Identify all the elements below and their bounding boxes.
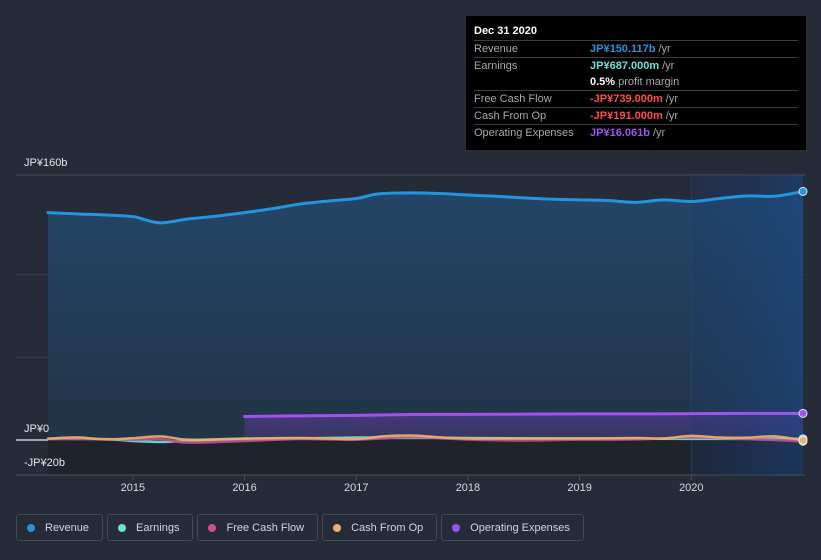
- tooltip-unit: /yr: [658, 43, 671, 55]
- tooltip-unit: profit margin: [618, 76, 680, 88]
- x-tick-label: 2017: [344, 482, 368, 494]
- highlight-region: [691, 175, 803, 475]
- legend-label: Cash From Op: [351, 521, 424, 534]
- tooltip-label: [474, 74, 590, 90]
- tooltip: Dec 31 2020 Revenue JP¥150.117b /yr Earn…: [466, 16, 806, 150]
- tooltip-label: Operating Expenses: [474, 127, 574, 139]
- tooltip-label: Free Cash Flow: [474, 93, 552, 105]
- y-tick-label: JP¥0: [24, 423, 49, 435]
- x-tick-label: 2019: [567, 482, 591, 494]
- legend-label: Operating Expenses: [470, 521, 570, 534]
- legend-dot-icon: [333, 523, 342, 532]
- legend-item-cash-from-op[interactable]: Cash From Op: [322, 514, 438, 541]
- legend-label: Earnings: [136, 521, 180, 534]
- legend-item-free-cash-flow[interactable]: Free Cash Flow: [197, 514, 319, 541]
- x-tick-label: 2016: [232, 482, 256, 494]
- legend-item-earnings[interactable]: Earnings: [107, 514, 194, 541]
- x-tick-label: 2020: [679, 482, 703, 494]
- tooltip-unit: /yr: [662, 60, 675, 72]
- tooltip-value: JP¥150.117b: [590, 43, 656, 55]
- legend-dot-icon: [208, 523, 217, 532]
- tooltip-value: -JP¥191.000m: [590, 110, 663, 122]
- endpoint-cash-from-op: [798, 435, 808, 445]
- legend-label: Revenue: [45, 521, 90, 534]
- tooltip-value: JP¥687.000m: [590, 60, 660, 72]
- tooltip-label: Revenue: [474, 43, 519, 55]
- tooltip-date: Dec 31 2020: [474, 25, 537, 37]
- endpoint-operating-expenses: [798, 408, 808, 418]
- y-tick-label: -JP¥20b: [24, 457, 65, 469]
- tooltip-unit: /yr: [665, 93, 679, 105]
- tooltip-row-free-cash-flow: Free Cash Flow -JP¥739.000m /yr: [474, 90, 798, 107]
- tooltip-label: Cash From Op: [474, 110, 547, 122]
- x-tick-label: 2018: [456, 482, 480, 494]
- tooltip-value: 0.5%: [590, 76, 616, 88]
- legend-item-revenue[interactable]: Revenue: [16, 514, 104, 541]
- tooltip-label: Earnings: [474, 60, 518, 72]
- legend-dot-icon: [118, 523, 127, 532]
- legend-item-operating-expenses[interactable]: Operating Expenses: [441, 514, 584, 541]
- legend-label: Free Cash Flow: [226, 521, 305, 534]
- tooltip-row-profit-margin: 0.5% profit margin: [474, 74, 798, 90]
- endpoint-revenue: [798, 186, 808, 196]
- legend-dot-icon: [452, 523, 461, 532]
- tooltip-row-revenue: Revenue JP¥150.117b /yr: [474, 40, 798, 57]
- y-tick-label: JP¥160b: [24, 157, 67, 169]
- tooltip-value: JP¥16.061b: [590, 127, 650, 139]
- revenue-area: [48, 191, 803, 440]
- tooltip-unit: /yr: [665, 110, 679, 122]
- legend-dot-icon: [27, 523, 35, 532]
- plot-bottom-shade: [48, 440, 803, 475]
- tooltip-row-operating-expenses: Operating Expenses JP¥16.061b /yr: [474, 124, 798, 141]
- tooltip-row-earnings: Earnings JP¥687.000m /yr: [474, 57, 798, 74]
- legend: Revenue Earnings Free Cash Flow Cash Fro…: [16, 514, 584, 541]
- tooltip-unit: /yr: [652, 127, 666, 139]
- x-tick-label: 2015: [121, 482, 145, 494]
- tooltip-row-cash-from-op: Cash From Op -JP¥191.000m /yr: [474, 107, 798, 124]
- tooltip-value: -JP¥739.000m: [590, 93, 663, 105]
